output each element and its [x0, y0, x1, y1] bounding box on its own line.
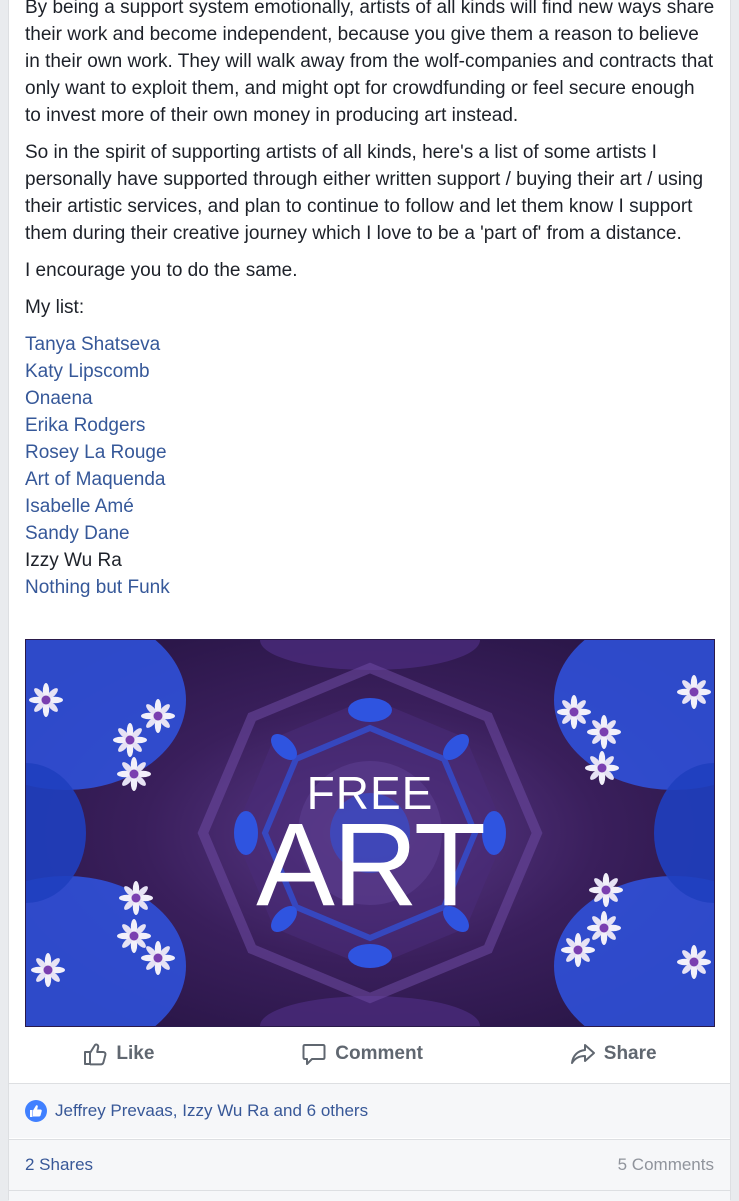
comment-area-edge [9, 1190, 730, 1201]
post-paragraph: So in the spirit of supporting artists o… [25, 142, 704, 244]
artist-link[interactable]: Erika Rodgers [25, 412, 715, 439]
thumbs-up-icon [30, 1105, 42, 1117]
post-body: By being a support system emotionally, a… [25, 0, 715, 601]
artist-link[interactable]: Art of Maquenda [25, 466, 715, 493]
like-label: Like [116, 1043, 155, 1064]
post-paragraph: My list: [25, 297, 85, 318]
artist-name: Izzy Wu Ra [25, 550, 122, 571]
post-card: By being a support system emotionally, a… [8, 0, 731, 1201]
post-paragraph: By being a support system emotionally, a… [25, 0, 715, 126]
comment-button[interactable]: Comment [271, 1035, 453, 1073]
comment-label: Comment [335, 1043, 423, 1064]
artist-link[interactable]: Onaena [25, 385, 715, 412]
comments-count[interactable]: 5 Comments [618, 1155, 714, 1175]
post-paragraph: I encourage you to do the same. [25, 260, 298, 281]
post-image[interactable]: FREE ART [25, 639, 715, 1027]
like-reaction-badge [25, 1100, 47, 1122]
share-label: Share [603, 1043, 657, 1064]
like-button[interactable]: Like [52, 1035, 184, 1073]
artist-link[interactable]: Tanya Shatseva [25, 331, 715, 358]
image-text-art: ART [256, 799, 486, 931]
thumbs-up-icon [84, 1043, 107, 1066]
artist-link[interactable]: Nothing but Funk [25, 574, 715, 601]
post-actions: Like Comment Share [9, 1028, 730, 1080]
artist-link[interactable]: Katy Lipscomb [25, 358, 715, 385]
artist-link[interactable]: Sandy Dane [25, 520, 715, 547]
artist-link[interactable]: Isabelle Amé [25, 493, 715, 520]
reactor-names[interactable]: Jeffrey Prevaas, Izzy Wu Ra and 6 others [55, 1101, 368, 1121]
artist-link[interactable]: Rosey La Rouge [25, 439, 715, 466]
engagement-counts: 2 Shares 5 Comments [9, 1140, 730, 1190]
artist-list: Tanya Shatseva Katy Lipscomb Onaena Erik… [25, 331, 715, 601]
reactions-bar[interactable]: Jeffrey Prevaas, Izzy Wu Ra and 6 others [9, 1084, 730, 1138]
share-button[interactable]: Share [540, 1035, 687, 1073]
shares-count[interactable]: 2 Shares [25, 1155, 93, 1175]
comment-icon [302, 1044, 326, 1065]
share-icon [570, 1044, 595, 1064]
